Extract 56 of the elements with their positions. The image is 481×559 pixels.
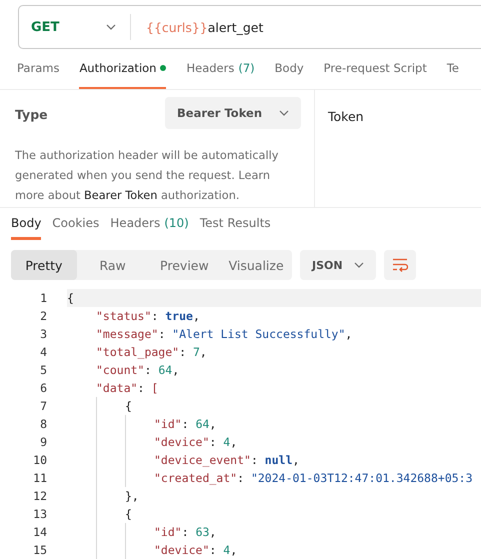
code-text: "device_event": null, [154, 453, 300, 467]
line-number: 5 [39, 363, 47, 377]
code-text: { [67, 291, 74, 305]
response-tab[interactable]: Headers (10) [110, 208, 189, 240]
wrap-lines-icon [392, 258, 408, 272]
line-number: 11 [32, 471, 47, 485]
view-mode-tab[interactable]: Visualize [220, 250, 292, 280]
token-label: Token [327, 108, 365, 126]
request-tab[interactable]: Params [17, 49, 60, 89]
line-number: 14 [32, 525, 47, 539]
code-text: "created_at": "2024-01-03T12:47:01.342688+05:3 [154, 471, 473, 485]
code-text: }, [125, 489, 139, 503]
url-field[interactable]: {{curls}}alert_get [131, 20, 264, 34]
code-text: "count": 64, [96, 363, 180, 377]
response-tab[interactable]: Body [11, 208, 42, 240]
format-dropdown[interactable]: JSON [300, 250, 376, 280]
response-tab[interactable]: Cookies [52, 208, 100, 240]
chevron-icon [354, 262, 364, 268]
line-number: 8 [39, 417, 47, 431]
view-mode-tab[interactable]: Raw [76, 250, 149, 280]
line-number: 7 [39, 399, 47, 413]
line-number: 10 [32, 453, 47, 467]
auth-description: The authorization header will be automatically generated when you send the request. Learn more about Bearer Token authorization. [15, 148, 280, 204]
request-tab[interactable]: Te [446, 49, 459, 89]
response-tab[interactable]: Test Results [200, 208, 271, 240]
chevron-icon [106, 24, 116, 30]
code-text: "id": 64, [154, 417, 216, 431]
line-number: 2 [39, 309, 47, 323]
code-text: "device": 4, [154, 543, 238, 557]
request-tab[interactable]: Pre-request Script [324, 49, 427, 89]
method-dropdown[interactable]: GET [19, 14, 131, 40]
line-number: 6 [39, 381, 47, 395]
type-label: Type [15, 106, 48, 122]
chevron-icon [279, 110, 289, 116]
request-tab[interactable]: Authorization [79, 49, 166, 89]
request-tab[interactable]: Body [274, 49, 304, 89]
code-text: "data": [ [96, 381, 158, 395]
view-mode-tab[interactable]: Pretty [11, 250, 77, 280]
line-number: 15 [32, 543, 47, 557]
line-number: 12 [32, 489, 47, 503]
code-text: "device": 4, [154, 435, 238, 449]
line-number: 3 [39, 327, 47, 341]
code-text: "status": true, [96, 309, 200, 323]
code-text: "id": 63, [154, 525, 216, 539]
line-number: 4 [39, 345, 47, 359]
wrap-lines-button[interactable] [384, 250, 416, 280]
line-number: 1 [39, 291, 47, 305]
line-number: 13 [32, 507, 47, 521]
code-text: { [125, 507, 132, 521]
request-tab[interactable]: Headers (7) [186, 49, 255, 89]
line-number: 9 [39, 435, 47, 449]
code-text: "message": "Alert List Successfully", [96, 327, 352, 341]
code-text: "total_page": 7, [96, 345, 207, 359]
auth-type-dropdown[interactable]: Bearer Token [165, 97, 301, 129]
view-mode-tab[interactable]: Preview [148, 250, 220, 280]
code-text: { [125, 399, 132, 413]
